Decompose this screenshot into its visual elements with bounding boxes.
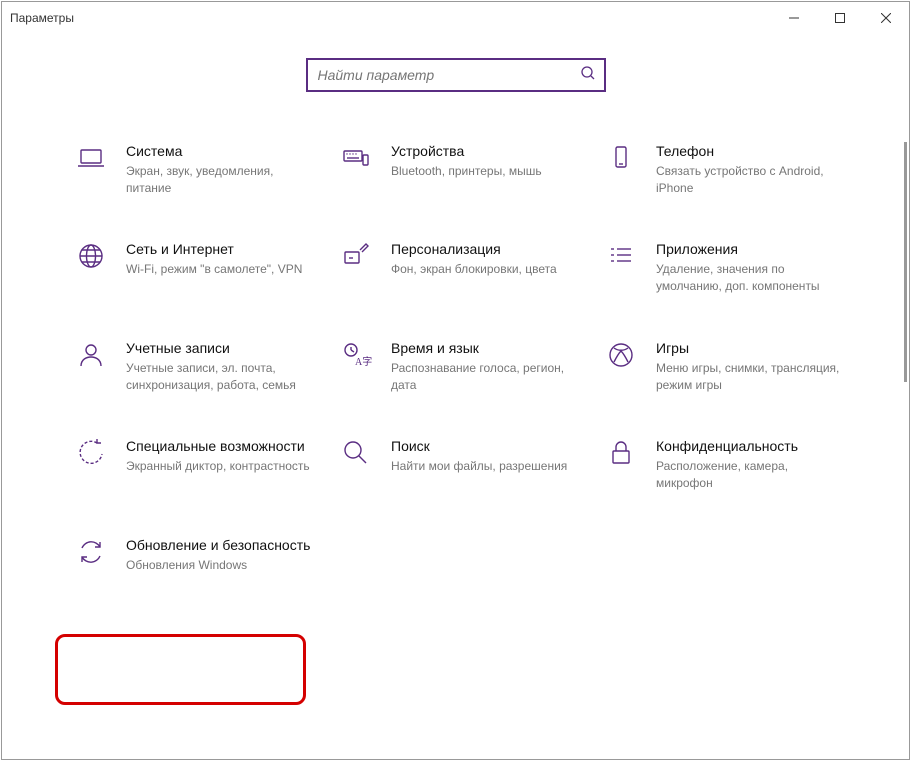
keyboard-icon [339,142,373,176]
apps-list-icon [604,240,638,274]
content-area: Система Экран, звук, уведомления, питани… [2,34,909,574]
xbox-icon [604,339,638,373]
tile-network[interactable]: Сеть и Интернет Wi-Fi, режим "в самолете… [74,240,339,294]
sync-icon [74,536,108,570]
phone-icon [604,142,638,176]
person-icon [74,339,108,373]
tile-personalization[interactable]: Персонализация Фон, экран блокировки, цв… [339,240,604,294]
window-controls [771,2,909,34]
tile-search[interactable]: Поиск Найти мои файлы, разрешения [339,437,604,491]
tile-desc: Bluetooth, принтеры, мышь [391,163,542,180]
settings-window: Параметры [1,1,910,760]
tile-title: Приложения [656,240,846,259]
magnifier-icon [339,437,373,471]
scrollbar-thumb[interactable] [904,142,907,382]
tile-title: Учетные записи [126,339,316,358]
tile-system[interactable]: Система Экран, звук, уведомления, питани… [74,142,339,196]
window-title: Параметры [10,11,74,25]
titlebar: Параметры [2,2,909,34]
tiles-grid: Система Экран, звук, уведомления, питани… [2,142,909,574]
tile-desc: Экран, звук, уведомления, питание [126,163,316,197]
tile-title: Специальные возможности [126,437,310,456]
tile-time-language[interactable]: A字 Время и язык Распознавание голоса, ре… [339,339,604,393]
highlight-annotation [55,634,306,705]
search-icon [580,65,596,86]
tile-title: Персонализация [391,240,557,259]
tile-gaming[interactable]: Игры Меню игры, снимки, трансляция, режи… [604,339,869,393]
minimize-button[interactable] [771,2,817,34]
scrollbar[interactable] [904,142,907,749]
tile-desc: Найти мои файлы, разрешения [391,458,567,475]
tile-update-security[interactable]: Обновление и безопасность Обновления Win… [74,536,344,574]
tile-devices[interactable]: Устройства Bluetooth, принтеры, мышь [339,142,604,196]
tile-title: Сеть и Интернет [126,240,302,259]
tile-desc: Удаление, значения по умолчанию, доп. ко… [656,261,846,295]
tile-desc: Меню игры, снимки, трансляция, режим игр… [656,360,846,394]
tile-desc: Расположение, камера, микрофон [656,458,846,492]
time-language-icon: A字 [339,339,373,373]
tile-title: Устройства [391,142,542,161]
tile-desc: Учетные записи, эл. почта, синхронизация… [126,360,316,394]
accessibility-icon [74,437,108,471]
tile-accounts[interactable]: Учетные записи Учетные записи, эл. почта… [74,339,339,393]
search-input[interactable] [316,66,580,84]
lock-icon [604,437,638,471]
tile-ease-of-access[interactable]: Специальные возможности Экранный диктор,… [74,437,339,491]
svg-text:A字: A字 [355,355,372,368]
close-button[interactable] [863,2,909,34]
tile-phone[interactable]: Телефон Связать устройство с Android, iP… [604,142,869,196]
tile-desc: Wi-Fi, режим "в самолете", VPN [126,261,302,278]
tile-privacy[interactable]: Конфиденциальность Расположение, камера,… [604,437,869,491]
tile-desc: Экранный диктор, контрастность [126,458,310,475]
tile-desc: Фон, экран блокировки, цвета [391,261,557,278]
tile-title: Телефон [656,142,846,161]
tile-desc: Распознавание голоса, регион, дата [391,360,581,394]
tile-desc: Связать устройство с Android, iPhone [656,163,846,197]
tile-title: Конфиденциальность [656,437,846,456]
tile-desc: Обновления Windows [126,557,310,574]
globe-icon [74,240,108,274]
paint-icon [339,240,373,274]
tile-title: Поиск [391,437,567,456]
tile-title: Игры [656,339,846,358]
tile-title: Система [126,142,316,161]
maximize-button[interactable] [817,2,863,34]
search-box[interactable] [306,58,606,92]
tile-title: Обновление и безопасность [126,536,310,555]
tile-apps[interactable]: Приложения Удаление, значения по умолчан… [604,240,869,294]
laptop-icon [74,142,108,176]
tile-title: Время и язык [391,339,581,358]
